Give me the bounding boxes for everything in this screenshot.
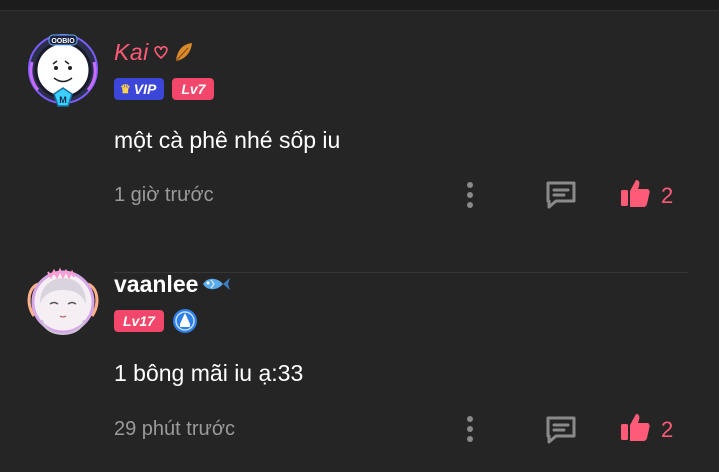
name-row: Kai [114,38,195,66]
comment-timestamp: 29 phút trước [114,418,236,440]
level-badge: Lv17 [114,310,164,332]
username[interactable]: Kai [114,39,149,66]
like-count: 2 [661,182,674,208]
like-button[interactable]: 2 [619,177,673,214]
name-row: vaanlee [114,270,231,298]
svg-text:M: M [59,95,67,105]
comment-text: 1 bông mãi iu ạ:33 [114,360,304,386]
vip-badge: ♛ VIP [114,78,165,100]
comment-text: một cà phê nhé sốp iu [114,127,341,153]
avatar-tag-text: OOBIO [51,38,75,45]
reply-icon[interactable] [544,179,578,211]
verified-icon [172,308,198,334]
avatar[interactable]: OOBIO M [24,32,102,110]
more-icon[interactable] [463,180,477,210]
level-badge: Lv7 [172,78,215,100]
top-divider-bar [0,0,719,11]
leaf-icon [173,40,195,64]
fish-icon [201,274,231,294]
heart-outline-icon [152,42,170,62]
crown-icon: ♛ [120,82,131,96]
like-button[interactable]: 2 [619,411,673,448]
comment-timestamp: 1 giờ trước [114,184,214,206]
username[interactable]: vaanlee [114,271,198,298]
badge-row: ♛ VIP Lv7 [114,78,215,100]
more-icon[interactable] [463,414,477,444]
badge-row: Lv17 [114,308,198,334]
vip-badge-label: VIP [133,81,157,97]
thumbs-up-icon [619,177,651,214]
thumbs-up-icon [619,411,651,448]
like-count: 2 [661,416,674,442]
avatar[interactable] [24,264,102,342]
reply-icon[interactable] [544,414,578,446]
